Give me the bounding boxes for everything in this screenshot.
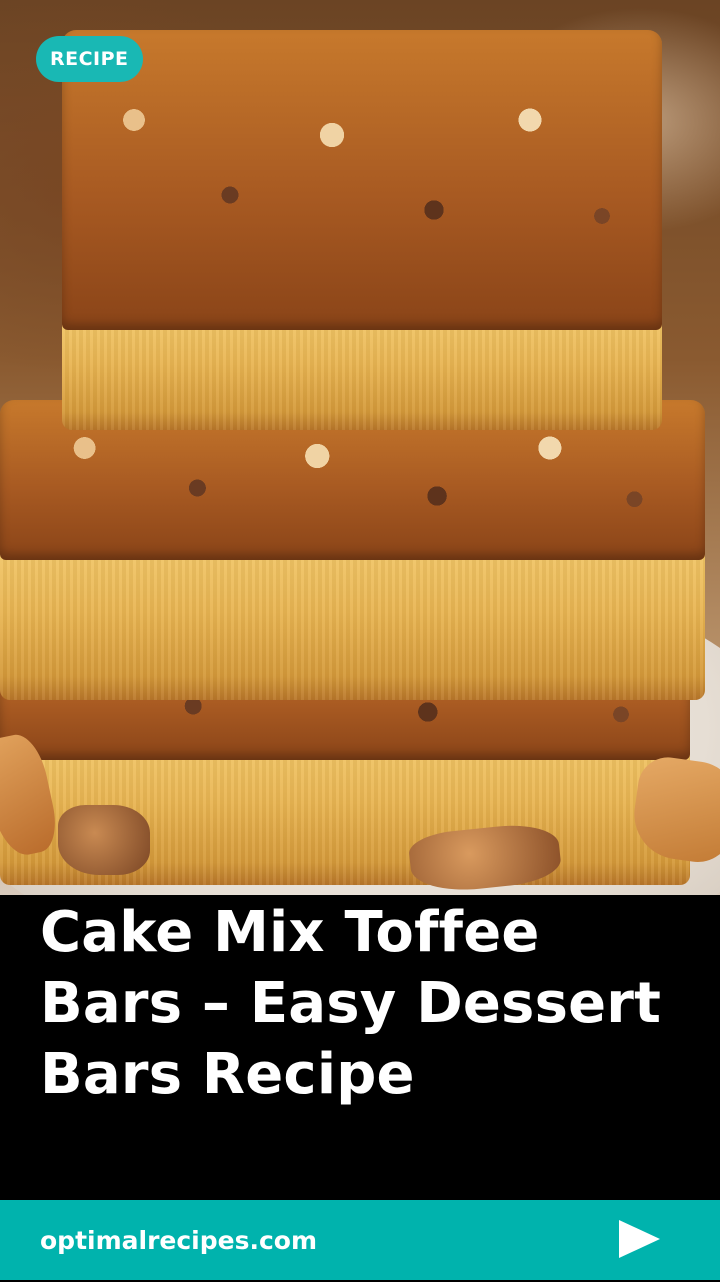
toffee-bar-top [62,30,662,430]
play-arrow-icon[interactable] [616,1218,662,1260]
pecan-piece [58,805,150,875]
recipe-title: Cake Mix Toffee Bars – Easy Dessert Bars… [40,900,662,1107]
footer-bar[interactable]: optimalrecipes.com [0,1200,720,1280]
hero-photo [0,0,720,895]
toffee-bar-middle [0,400,705,700]
site-link[interactable]: optimalrecipes.com [40,1200,317,1280]
title-panel: Cake Mix Toffee Bars – Easy Dessert Bars… [0,895,720,1200]
category-badge: RECIPE [36,36,143,82]
